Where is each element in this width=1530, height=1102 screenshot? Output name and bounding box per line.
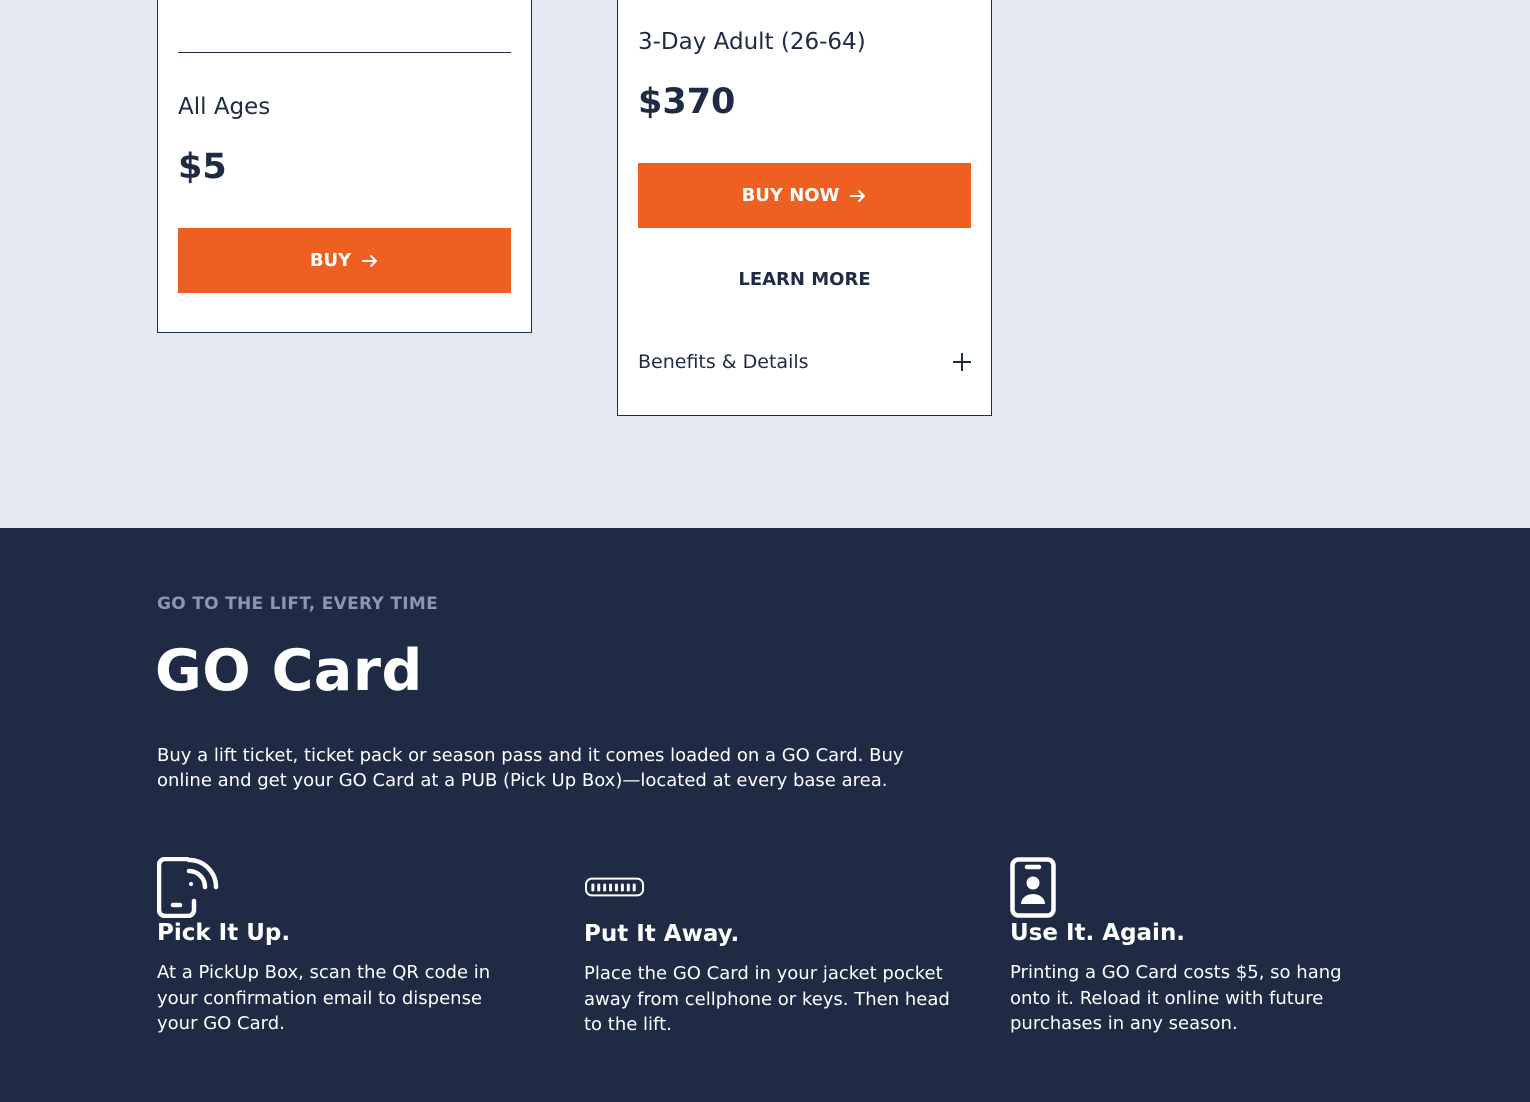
buy-now-button[interactable]: BUY NOW	[638, 163, 971, 228]
step-use-it-again: Use It. Again. Printing a GO Card costs …	[1010, 857, 1380, 1037]
ticket-price: $370	[638, 82, 736, 122]
step-title: Use It. Again.	[1010, 920, 1186, 946]
buy-button[interactable]: BUY	[178, 228, 511, 293]
ticket-card-3-day-adult: 3-Day Adult (26-64) $370 BUY NOW LEARN M…	[617, 0, 992, 416]
card-divider	[178, 52, 511, 53]
step-text: Place the GO Card in your jacket pocket …	[584, 963, 950, 1035]
section-eyebrow: GO TO THE LIFT, EVERY TIME	[157, 594, 438, 614]
section-title: GO Card	[155, 638, 423, 704]
step-text: Printing a GO Card costs $5, so hang ont…	[1010, 962, 1342, 1034]
go-card-section: GO TO THE LIFT, EVERY TIME GO Card Buy a…	[0, 528, 1530, 1102]
buy-now-button-label: BUY NOW	[741, 185, 840, 206]
step-put-it-away: Put It Away. Place the GO Card in your j…	[584, 857, 954, 1038]
ticket-price: $5	[178, 147, 227, 187]
step-title: Pick It Up.	[157, 920, 291, 946]
id-badge-icon	[1010, 857, 1056, 918]
step-title: Put It Away.	[584, 921, 740, 947]
card-chip-icon	[584, 877, 645, 897]
arrow-right-icon	[850, 189, 866, 202]
buy-button-label: BUY	[309, 250, 352, 271]
ticket-card-all-ages: All Ages $5 BUY	[157, 0, 532, 333]
accordion-label: Benefits & Details	[638, 351, 809, 373]
ticket-name: 3-Day Adult (26-64)	[638, 29, 866, 55]
arrow-right-icon	[362, 254, 378, 267]
benefits-details-accordion[interactable]: Benefits & Details	[638, 345, 971, 379]
phone-scan-icon	[157, 857, 219, 918]
step-text: At a PickUp Box, scan the QR code in you…	[157, 962, 491, 1034]
ticket-name: All Ages	[178, 94, 271, 120]
pricing-section: All Ages $5 BUY 3-Day Adult (26-64) $370…	[0, 0, 1530, 528]
plus-icon[interactable]	[953, 353, 971, 371]
section-intro: Buy a lift ticket, ticket pack or season…	[157, 745, 904, 791]
step-pick-it-up: Pick It Up. At a PickUp Box, scan the QR…	[157, 857, 527, 1037]
learn-more-link[interactable]: LEARN MORE	[638, 259, 971, 299]
